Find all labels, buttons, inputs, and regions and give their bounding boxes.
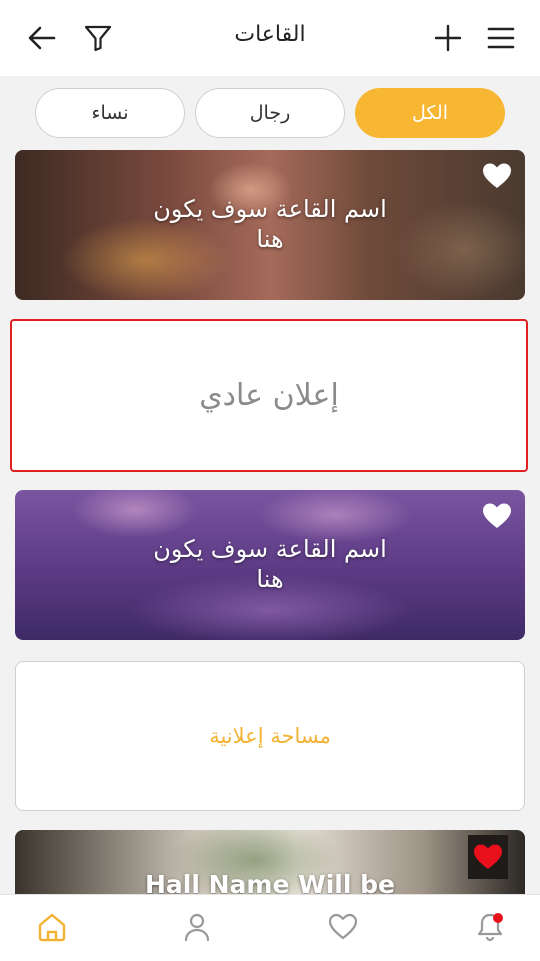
hall-name-line2: هنا	[256, 225, 284, 253]
hall-name-line2: هنا	[256, 565, 284, 593]
filter-chips: نساء رجال الكل	[0, 88, 540, 138]
favorite-heart-icon[interactable]	[468, 835, 508, 879]
favorite-heart-icon[interactable]	[481, 500, 513, 532]
app-header: القاعات	[0, 0, 540, 76]
hall-card[interactable]: اسم القاعة سوف يكون هنا	[15, 490, 525, 640]
hall-name-line1: اسم القاعة سوف يكون	[153, 535, 387, 563]
hall-name: اسم القاعة سوف يكون هنا	[15, 534, 525, 594]
chip-all[interactable]: الكل	[355, 88, 505, 138]
chip-women[interactable]: نساء	[35, 88, 185, 138]
menu-icon[interactable]	[481, 18, 521, 58]
normal-ad-banner[interactable]: إعلان عادي	[10, 319, 528, 472]
favorites-icon[interactable]	[325, 909, 361, 945]
favorite-heart-icon[interactable]	[481, 160, 513, 192]
notification-dot	[493, 913, 503, 923]
bottom-navigation	[0, 894, 540, 961]
home-icon[interactable]	[34, 909, 70, 945]
ad-space-banner[interactable]: مساحة إعلانية	[15, 661, 525, 811]
profile-icon[interactable]	[179, 909, 215, 945]
hall-name: اسم القاعة سوف يكون هنا	[15, 194, 525, 254]
hall-name-line1: اسم القاعة سوف يكون	[153, 195, 387, 223]
chip-men[interactable]: رجال	[195, 88, 345, 138]
notifications-icon[interactable]	[472, 909, 508, 945]
plus-icon[interactable]	[428, 18, 468, 58]
hall-card[interactable]: اسم القاعة سوف يكون هنا	[15, 150, 525, 300]
